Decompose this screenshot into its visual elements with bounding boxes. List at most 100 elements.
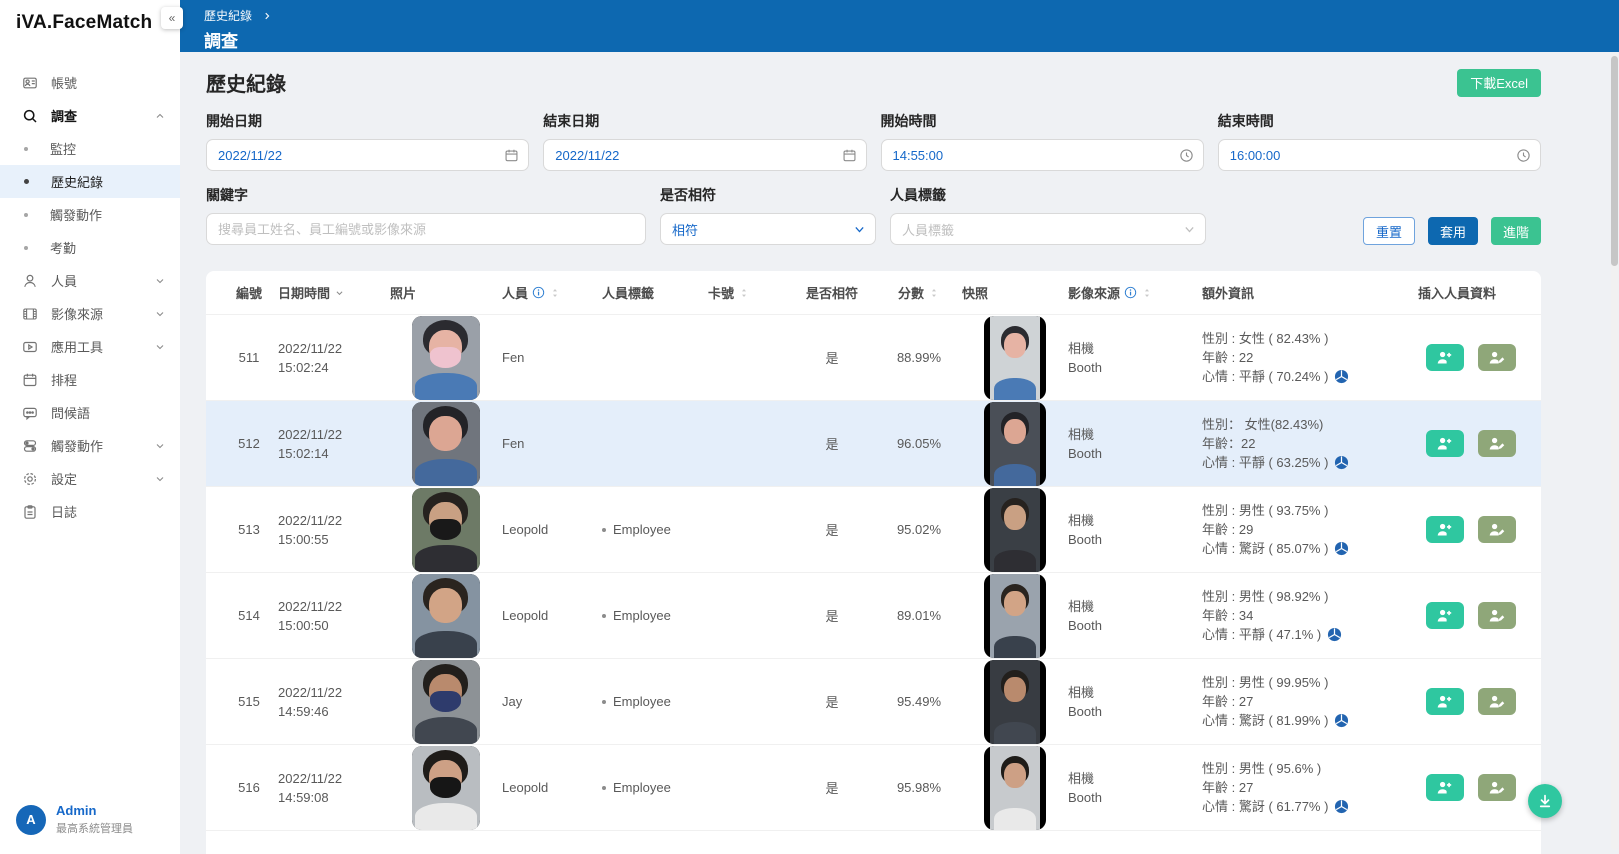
sidebar-item-accounts[interactable]: 帳號 — [0, 66, 180, 99]
person-photo[interactable] — [412, 488, 480, 572]
clock-icon[interactable] — [1179, 148, 1194, 163]
person-photo[interactable] — [412, 746, 480, 830]
sidebar-item-label: 考勤 — [50, 238, 76, 257]
snapshot-photo[interactable] — [984, 316, 1046, 400]
add-person-button[interactable] — [1426, 602, 1464, 629]
sidebar-item-app-tools[interactable]: 應用工具 — [0, 330, 180, 363]
sidebar-item-trigger-actions[interactable]: 觸發動作 — [0, 198, 180, 231]
sort-carets-icon[interactable] — [549, 286, 561, 300]
cell-actions — [1418, 344, 1541, 371]
column-header-card[interactable]: 卡號 — [708, 283, 788, 302]
cell-datetime: 2022/11/2215:00:55 — [278, 511, 390, 549]
app-logo-rest: FaceMatch — [52, 12, 152, 33]
cell-match: 是 — [788, 606, 876, 625]
start-time-field: 開始時間 — [881, 111, 1204, 171]
user-block[interactable]: A Admin 最高系統管理員 — [0, 803, 180, 854]
sidebar-item-history[interactable]: 歷史紀錄 — [0, 165, 180, 198]
add-person-button[interactable] — [1426, 344, 1464, 371]
edit-person-button[interactable] — [1478, 602, 1516, 629]
edit-person-button[interactable] — [1478, 516, 1516, 543]
sort-carets-icon[interactable] — [1141, 286, 1153, 300]
sidebar-item-trigger-actions-main[interactable]: 觸發動作 — [0, 429, 180, 462]
log-icon — [22, 504, 38, 520]
snapshot-photo[interactable] — [984, 488, 1046, 572]
sidebar-item-logs[interactable]: 日誌 — [0, 495, 180, 528]
calendar-icon[interactable] — [504, 148, 519, 163]
clock-icon[interactable] — [1516, 148, 1531, 163]
sort-carets-icon[interactable] — [928, 286, 940, 300]
sidebar-item-monitoring[interactable]: 監控 — [0, 132, 180, 165]
edit-person-button[interactable] — [1478, 344, 1516, 371]
column-header-datetime[interactable]: 日期時間 — [278, 283, 390, 302]
end-time-input[interactable] — [1230, 148, 1510, 163]
column-label: 快照 — [962, 283, 988, 302]
chevron-down-icon — [154, 473, 166, 485]
sort-carets-icon[interactable] — [738, 286, 750, 300]
snapshot-photo[interactable] — [984, 746, 1046, 830]
sidebar-item-personnel[interactable]: 人員 — [0, 264, 180, 297]
add-person-button[interactable] — [1426, 688, 1464, 715]
extra-info-line: 心情 : 驚訝 ( 81.99% ) — [1202, 711, 1418, 730]
page-scrollbar[interactable] — [1611, 54, 1618, 850]
table-row[interactable]: 5142022/11/2215:00:50LeopoldEmployee是89.… — [206, 573, 1541, 659]
bullet-icon — [24, 147, 28, 151]
add-person-button[interactable] — [1426, 516, 1464, 543]
column-header-score[interactable]: 分數 — [876, 283, 962, 302]
edit-person-button[interactable] — [1478, 688, 1516, 715]
sidebar-item-investigation[interactable]: 調查 — [0, 99, 180, 132]
sidebar-item-label: 帳號 — [51, 73, 166, 92]
start-time-input[interactable] — [893, 148, 1173, 163]
snapshot-photo[interactable] — [984, 574, 1046, 658]
keyword-input[interactable] — [218, 222, 634, 237]
table-row[interactable]: 5162022/11/2214:59:08LeopoldEmployee是95.… — [206, 745, 1541, 831]
download-excel-button[interactable]: 下載Excel — [1457, 69, 1541, 97]
edit-person-button[interactable] — [1478, 430, 1516, 457]
cell-match: 是 — [788, 434, 876, 453]
avatar: A — [16, 805, 46, 835]
scrollbar-thumb[interactable] — [1611, 56, 1618, 266]
sidebar-item-attendance[interactable]: 考勤 — [0, 231, 180, 264]
table-row[interactable]: 5132022/11/2215:00:55LeopoldEmployee是95.… — [206, 487, 1541, 573]
info-icon[interactable] — [1124, 286, 1137, 299]
sidebar-item-label: 日誌 — [51, 502, 166, 521]
sidebar-item-schedule[interactable]: 排程 — [0, 363, 180, 396]
table-row[interactable]: 5122022/11/2215:02:14Fen是96.05%相機Booth性別… — [206, 401, 1541, 487]
tag-bullet-icon — [602, 786, 606, 790]
start-date-input[interactable] — [218, 148, 498, 163]
reset-button[interactable]: 重置 — [1363, 217, 1415, 245]
edit-person-button[interactable] — [1478, 774, 1516, 801]
snapshot-photo[interactable] — [984, 660, 1046, 744]
snapshot-photo[interactable] — [984, 402, 1046, 486]
page-title: 歷史紀錄 — [206, 68, 286, 97]
match-select[interactable]: 相符 — [660, 213, 876, 245]
table-row[interactable]: 5112022/11/2215:02:24Fen是88.99%相機Booth性別… — [206, 315, 1541, 401]
person-photo[interactable] — [412, 402, 480, 486]
breadcrumb-item[interactable]: 歷史紀錄 — [204, 7, 252, 24]
apply-button[interactable]: 套用 — [1428, 217, 1478, 245]
column-header-source[interactable]: 影像來源 — [1068, 283, 1202, 302]
cell-source: 相機Booth — [1068, 425, 1202, 463]
advanced-button[interactable]: 進階 — [1491, 217, 1541, 245]
sort-down-icon[interactable] — [334, 286, 345, 300]
extra-info-line: 年齡 : 34 — [1202, 606, 1418, 625]
film-icon — [22, 306, 38, 322]
column-label: 人員標籤 — [602, 283, 654, 302]
add-person-button[interactable] — [1426, 774, 1464, 801]
person-photo[interactable] — [412, 316, 480, 400]
person-photo[interactable] — [412, 574, 480, 658]
cell-extra: 性別 : 男性 ( 95.6% )年齡 : 27心情 : 驚訝 ( 61.77%… — [1202, 759, 1418, 816]
sidebar-item-video-sources[interactable]: 影像來源 — [0, 297, 180, 330]
sidebar-item-greetings[interactable]: 問候語 — [0, 396, 180, 429]
column-header-person[interactable]: 人員 — [502, 283, 602, 302]
sidebar-item-settings[interactable]: 設定 — [0, 462, 180, 495]
column-label: 編號 — [236, 283, 262, 302]
sidebar-collapse-button[interactable]: « — [161, 7, 183, 29]
tags-select[interactable]: 人員標籤 — [890, 213, 1206, 245]
info-icon[interactable] — [532, 286, 545, 299]
person-photo[interactable] — [412, 660, 480, 744]
table-row[interactable]: 5152022/11/2214:59:46JayEmployee是95.49%相… — [206, 659, 1541, 745]
end-date-input[interactable] — [555, 148, 835, 163]
calendar-icon[interactable] — [842, 148, 857, 163]
scroll-download-fab[interactable] — [1528, 784, 1562, 818]
add-person-button[interactable] — [1426, 430, 1464, 457]
